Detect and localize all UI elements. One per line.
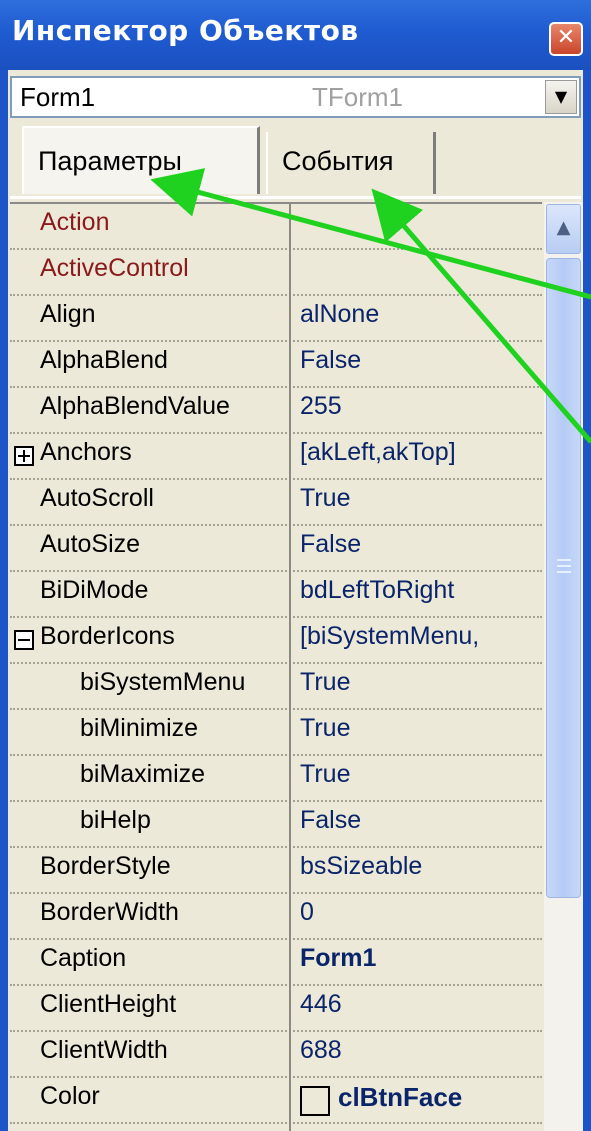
property-name: Action xyxy=(40,208,110,236)
property-value[interactable]: True xyxy=(300,760,540,789)
thumb-grip-line xyxy=(557,565,571,567)
property-row[interactable]: BiDiMode bdLeftToRight xyxy=(10,572,542,618)
column-divider[interactable] xyxy=(289,204,291,1131)
property-name: AutoScroll xyxy=(40,484,154,512)
color-swatch-icon xyxy=(300,1086,330,1116)
property-row[interactable]: biSystemMenu True xyxy=(10,664,542,710)
property-name: ClientWidth xyxy=(40,1036,168,1064)
property-value[interactable]: [akLeft,akTop] xyxy=(300,438,540,467)
property-row[interactable]: Action xyxy=(10,204,542,250)
property-row[interactable]: Caption Form1 xyxy=(10,940,542,986)
component-dropdown-button[interactable]: ▼ xyxy=(545,80,577,114)
property-row[interactable]: BorderWidth 0 xyxy=(10,894,542,940)
property-name: BorderStyle xyxy=(40,852,171,880)
property-value[interactable]: 0 xyxy=(300,898,540,927)
window-title: Инспектор Объектов xyxy=(12,14,359,47)
property-value[interactable]: [biSystemMenu, xyxy=(300,622,540,651)
thumb-grip-line xyxy=(557,571,571,573)
property-name: AlphaBlend xyxy=(40,346,168,374)
property-row[interactable]: AutoSize False xyxy=(10,526,542,572)
property-value[interactable]: Form1 xyxy=(300,944,540,973)
property-value[interactable]: bsSizeable xyxy=(300,852,540,881)
property-value[interactable]: 446 xyxy=(300,990,540,1019)
selected-component-name: Form1 xyxy=(20,82,96,112)
property-value[interactable]: False xyxy=(300,806,540,835)
property-value[interactable]: False xyxy=(300,346,540,375)
property-row[interactable]: biMaximize True xyxy=(10,756,542,802)
vertical-scrollbar[interactable]: ▲ xyxy=(544,202,583,1131)
property-row[interactable]: Anchors [akLeft,akTop] xyxy=(10,434,542,480)
property-name: biMaximize xyxy=(80,760,206,788)
property-name: AutoSize xyxy=(40,530,141,558)
property-value[interactable]: bdLeftToRight xyxy=(300,576,540,605)
property-row[interactable]: Color clBtnFace xyxy=(10,1078,542,1124)
property-name: ClientHeight xyxy=(40,990,177,1018)
property-name: BiDiMode xyxy=(40,576,149,604)
property-name: BorderIcons xyxy=(40,622,175,650)
property-name: Caption xyxy=(40,944,127,972)
tab-strip-baseline xyxy=(10,196,581,199)
property-value[interactable]: True xyxy=(300,714,540,743)
property-value[interactable]: 688 xyxy=(300,1036,540,1065)
tab-strip: Параметры События xyxy=(10,126,581,198)
selected-component-type: TForm1 xyxy=(312,82,403,112)
property-name: biHelp xyxy=(80,806,151,834)
tab-events[interactable]: События xyxy=(266,132,436,194)
property-row[interactable]: BorderIcons [biSystemMenu, xyxy=(10,618,542,664)
scroll-up-button[interactable]: ▲ xyxy=(546,204,581,254)
window-frame-right xyxy=(583,70,591,1131)
property-row[interactable]: biMinimize True xyxy=(10,710,542,756)
scroll-thumb[interactable] xyxy=(546,258,581,898)
close-button[interactable]: ✕ xyxy=(549,22,583,56)
property-value[interactable]: 255 xyxy=(300,392,540,421)
thumb-grip-line xyxy=(557,559,571,561)
property-name: biMinimize xyxy=(80,714,199,742)
property-grid: Action ActiveControl Align alNone AlphaBlend… xyxy=(10,202,542,1131)
property-value[interactable]: True xyxy=(300,484,540,513)
title-bar[interactable]: Инспектор Объектов ✕ xyxy=(0,0,591,70)
property-row[interactable]: ClientHeight 446 xyxy=(10,986,542,1032)
property-name: ActiveControl xyxy=(40,254,189,282)
property-name: BorderWidth xyxy=(40,898,179,926)
collapse-minus-icon[interactable] xyxy=(14,630,34,650)
property-row[interactable]: Align alNone xyxy=(10,296,542,342)
property-row[interactable]: ActiveControl xyxy=(10,250,542,296)
property-value[interactable]: True xyxy=(300,668,540,697)
property-value[interactable]: False xyxy=(300,530,540,559)
property-row[interactable]: BorderStyle bsSizeable xyxy=(10,848,542,894)
chevron-up-icon: ▲ xyxy=(556,217,571,238)
expand-plus-icon[interactable] xyxy=(14,446,34,466)
property-value[interactable]: alNone xyxy=(300,300,540,329)
property-row[interactable]: AutoScroll True xyxy=(10,480,542,526)
property-name: Align xyxy=(40,300,96,328)
object-inspector-window: Инспектор Объектов ✕ Form1 TForm1 ▼ Пара… xyxy=(0,0,591,1131)
property-name: Anchors xyxy=(40,438,132,466)
close-icon: ✕ xyxy=(556,25,576,50)
property-row[interactable]: AlphaBlendValue 255 xyxy=(10,388,542,434)
property-value[interactable]: clBtnFace xyxy=(338,1082,542,1113)
component-selector[interactable]: Form1 TForm1 ▼ xyxy=(10,76,581,118)
chevron-down-icon: ▼ xyxy=(554,87,568,106)
tab-properties[interactable]: Параметры xyxy=(22,126,260,194)
property-row[interactable]: AlphaBlend False xyxy=(10,342,542,388)
window-frame-left xyxy=(0,70,8,1131)
property-name: AlphaBlendValue xyxy=(40,392,230,420)
property-name: biSystemMenu xyxy=(80,668,246,696)
property-row[interactable]: ClientWidth 688 xyxy=(10,1032,542,1078)
property-name: Color xyxy=(40,1082,100,1110)
property-row[interactable]: biHelp False xyxy=(10,802,542,848)
